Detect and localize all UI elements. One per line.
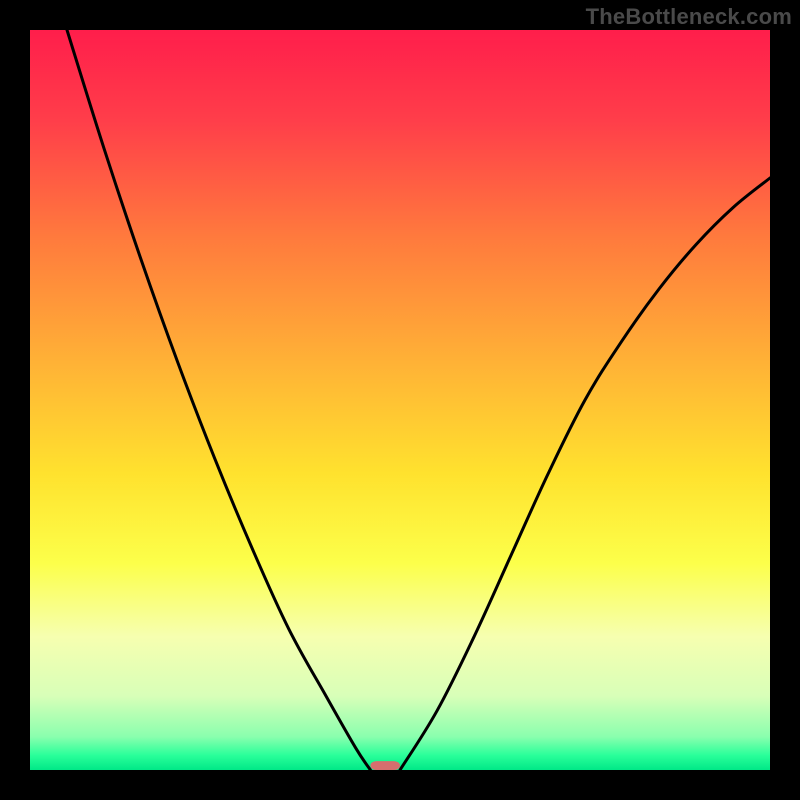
- chart-canvas: [30, 30, 770, 770]
- watermark-text: TheBottleneck.com: [586, 4, 792, 30]
- gradient-background: [30, 30, 770, 770]
- minimum-marker: [370, 761, 400, 770]
- chart-frame: TheBottleneck.com: [0, 0, 800, 800]
- plot-area: [30, 30, 770, 770]
